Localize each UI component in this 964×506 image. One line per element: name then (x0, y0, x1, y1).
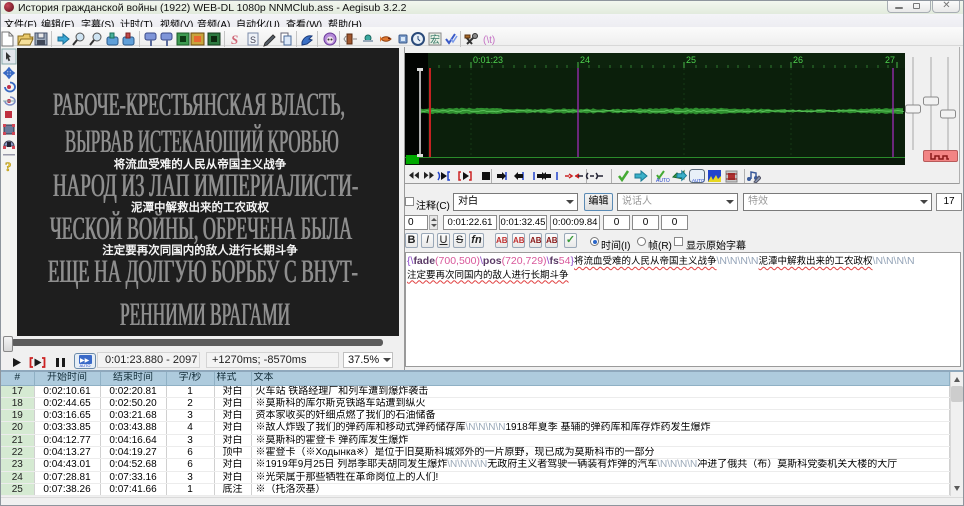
svg-text:AUTO: AUTO (692, 178, 705, 183)
svg-text:宏: 宏 (430, 33, 440, 46)
svg-text:S: S (250, 35, 256, 45)
svg-text:AUTO: AUTO (656, 178, 670, 183)
svg-text:26: 26 (793, 55, 803, 65)
svg-text:(\t): (\t) (483, 35, 495, 46)
svg-text:24: 24 (580, 55, 590, 65)
svg-text:25: 25 (686, 55, 696, 65)
svg-text:0:01:23: 0:01:23 (473, 55, 503, 65)
svg-text:AUTO: AUTO (80, 363, 91, 367)
svg-text:S: S (231, 32, 238, 47)
svg-text:27: 27 (885, 55, 895, 65)
